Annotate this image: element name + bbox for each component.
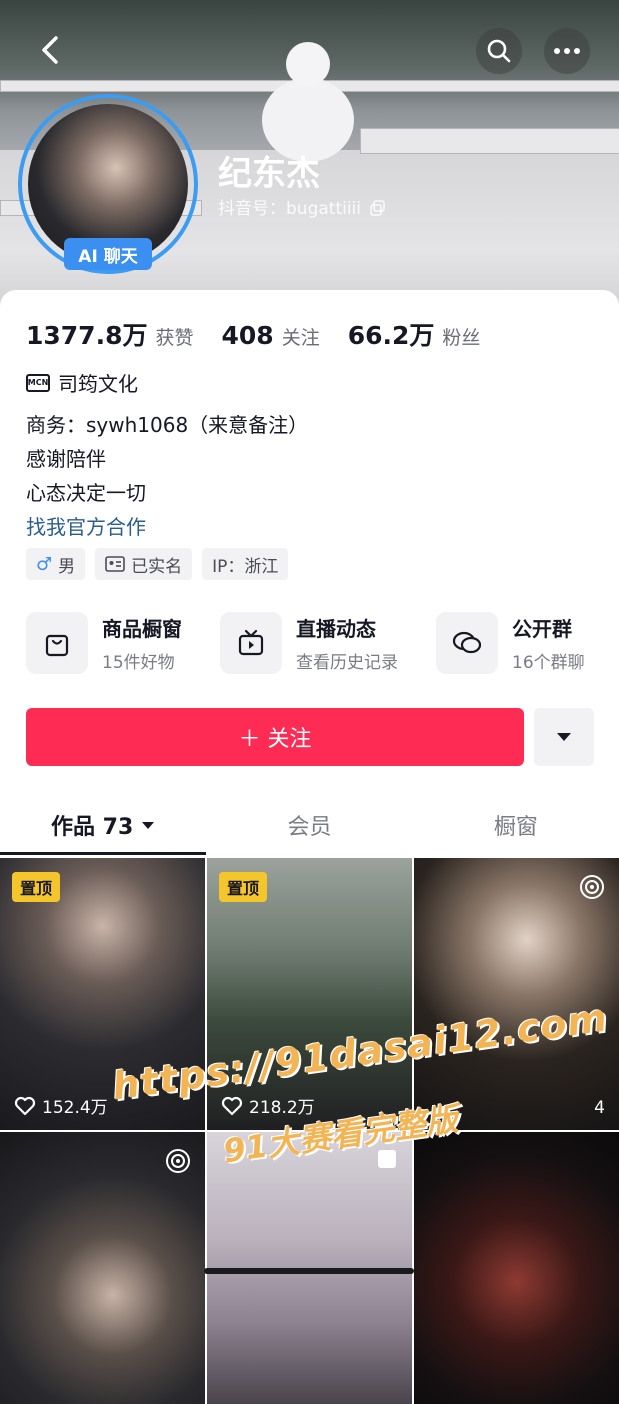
service-showcase-title: 商品橱窗	[102, 617, 182, 641]
recommend-dropdown-button[interactable]	[534, 708, 594, 766]
video-likes: 4	[594, 1098, 605, 1118]
video-thumbnail[interactable]: 4	[414, 858, 619, 1130]
video-thumbnail[interactable]: 置顶 218.2万	[207, 858, 412, 1130]
photo-collection-icon	[166, 1149, 190, 1173]
video-likes-count: 4	[594, 1098, 605, 1118]
profile-name: 纪东杰	[218, 154, 320, 194]
gender-label: 男	[58, 556, 76, 577]
following-label: 关注	[281, 327, 320, 349]
service-group[interactable]: 公开群 16个群聊	[436, 612, 585, 674]
photo-collection-icon	[580, 875, 604, 899]
profile-tabs: 作品 73 会员 橱窗	[0, 795, 619, 855]
following-count[interactable]: 408	[222, 321, 274, 350]
more-options-button[interactable]	[544, 28, 590, 74]
video-thumbnail[interactable]	[414, 1132, 619, 1404]
tab-works-label: 作品 73	[51, 815, 134, 840]
video-likes-count: 152.4万	[42, 1098, 108, 1118]
ip-location-tag: IP：浙江	[202, 548, 289, 580]
mcn-name: 司筠文化	[58, 372, 138, 396]
tv-icon	[220, 612, 282, 674]
stats-row: 1377.8万 获赞 408 关注 66.2万 粉丝	[26, 316, 508, 352]
more-dots-icon	[554, 48, 580, 54]
service-live-title: 直播动态	[296, 617, 376, 641]
pinned-badge: 置顶	[219, 872, 268, 902]
service-live[interactable]: 直播动态 查看历史记录	[220, 612, 398, 674]
service-live-sub: 查看历史记录	[296, 653, 398, 673]
back-button[interactable]	[30, 30, 70, 70]
search-icon	[487, 39, 511, 63]
douyin-id[interactable]: 抖音号：bugattiiii	[218, 194, 386, 219]
ai-chat-badge[interactable]: AI 聊天	[64, 238, 152, 270]
copy-icon[interactable]	[370, 200, 386, 216]
follow-button[interactable]: ＋ 关注	[26, 708, 524, 766]
tab-member[interactable]: 会员	[206, 795, 412, 855]
home-indicator	[204, 1268, 414, 1274]
likes-label: 获赞	[155, 327, 194, 349]
mcn-icon: MCN	[26, 373, 50, 392]
id-card-icon	[105, 556, 125, 572]
service-showcase[interactable]: 商品橱窗 15件好物	[26, 612, 182, 674]
profile-card: 1377.8万 获赞 408 关注 66.2万 粉丝 MCN 司筠文化 商务：s…	[0, 290, 619, 1404]
image-post-icon	[378, 1150, 396, 1168]
bio: 商务：sywh1068（来意备注） 感谢陪伴 心态决定一切 找我官方合作	[26, 408, 308, 544]
official-cooperation-link[interactable]: 找我官方合作	[26, 510, 308, 544]
caret-down-icon	[557, 733, 571, 741]
service-group-title: 公开群	[512, 617, 572, 641]
followers-count[interactable]: 66.2万	[348, 316, 435, 352]
video-thumbnail[interactable]	[0, 1132, 205, 1404]
pinned-badge: 置顶	[12, 872, 61, 902]
service-group-sub: 16个群聊	[512, 653, 585, 673]
video-likes: 152.4万	[14, 1093, 108, 1118]
video-thumbnail[interactable]: 置顶 152.4万	[0, 858, 205, 1130]
gender-tag: ♂ 男	[26, 548, 86, 580]
tab-works[interactable]: 作品 73	[0, 795, 207, 855]
video-likes-count: 218.2万	[249, 1098, 315, 1118]
video-likes: 218.2万	[221, 1093, 315, 1118]
verified-label: 已实名	[131, 556, 183, 577]
service-showcase-sub: 15件好物	[102, 653, 175, 673]
mcn-agency[interactable]: MCN 司筠文化	[26, 368, 138, 397]
heart-icon	[14, 1096, 36, 1115]
video-grid: 置顶 152.4万 置顶 218.2万 4	[0, 858, 619, 1404]
bio-line-thanks: 感谢陪伴	[26, 447, 106, 471]
followers-label: 粉丝	[442, 327, 481, 349]
caret-down-icon	[142, 821, 155, 829]
male-icon: ♂	[36, 553, 53, 575]
search-button[interactable]	[476, 28, 522, 74]
profile-tags: ♂ 男 已实名 IP：浙江	[26, 548, 289, 580]
bag-icon	[26, 612, 88, 674]
bio-line-business: 商务：sywh1068（来意备注）	[26, 413, 309, 437]
tab-showcase[interactable]: 橱窗	[413, 795, 619, 855]
services-row: 商品橱窗 15件好物 直播动态 查看历史记录 公开群 16个群聊	[26, 612, 619, 674]
bio-line-motto: 心态决定一切	[26, 481, 146, 505]
snowman-head	[286, 42, 330, 86]
likes-count[interactable]: 1377.8万	[26, 316, 147, 352]
douyin-id-text: 抖音号：bugattiiii	[218, 199, 361, 219]
chat-icon	[436, 612, 498, 674]
ip-location-label: IP：浙江	[212, 556, 279, 577]
heart-icon	[221, 1096, 243, 1115]
chevron-left-icon	[42, 36, 58, 64]
verified-tag: 已实名	[95, 548, 193, 580]
banner-wall	[360, 128, 619, 154]
